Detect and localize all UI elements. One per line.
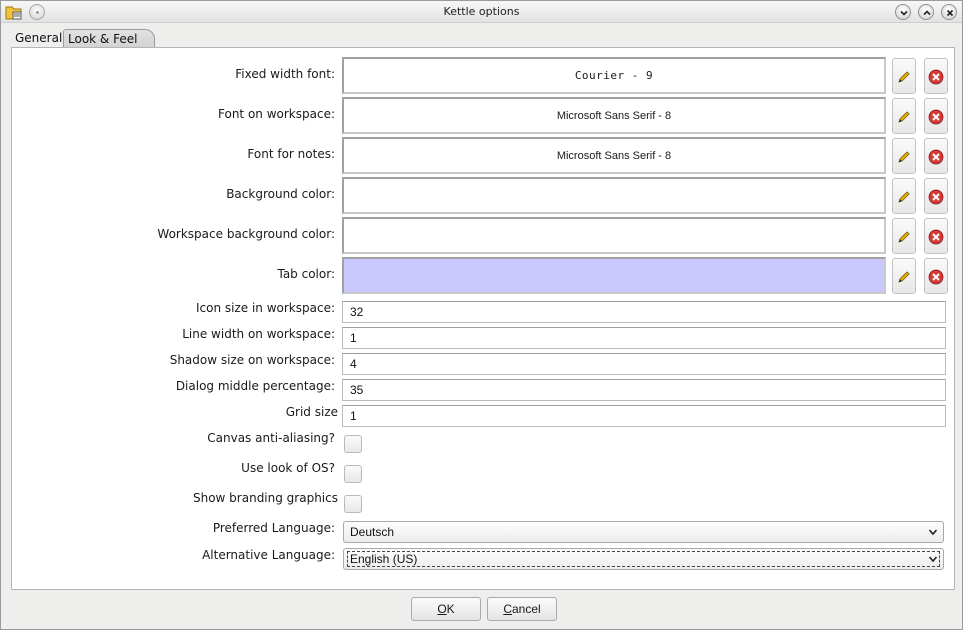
edit-background-color-button[interactable] — [892, 178, 916, 214]
preferred-language-label: Preferred Language: — [212, 521, 335, 535]
chevron-down-icon — [900, 10, 908, 16]
pencil-icon — [898, 191, 910, 203]
clear-background-color-button[interactable] — [924, 178, 948, 214]
edit-fixed-width-font-button[interactable] — [892, 58, 916, 94]
background-color-swatch — [342, 177, 886, 214]
font-on-workspace-value: Microsoft Sans Serif - 8 — [556, 109, 672, 122]
tab-color-label: Tab color: — [277, 267, 335, 281]
preferred-language-select[interactable]: Deutsch — [343, 521, 944, 543]
cancel-button[interactable]: Cancel — [487, 597, 557, 621]
canvas-anti-aliasing-label: Canvas anti-aliasing? — [207, 431, 335, 445]
pencil-icon — [898, 71, 910, 83]
alternative-language-select[interactable]: English (US) — [343, 548, 944, 570]
kettle-options-dialog: Kettle options General Look & Feel Fixed… — [0, 0, 963, 630]
close-icon — [946, 9, 954, 17]
title-bar[interactable]: Kettle options — [1, 1, 962, 23]
font-for-notes-preview: Microsoft Sans Serif - 8 — [342, 137, 886, 174]
clear-workspace-background-color-button[interactable] — [924, 218, 948, 254]
pencil-icon — [898, 271, 910, 283]
chevron-down-icon — [928, 556, 938, 563]
edit-workspace-background-color-button[interactable] — [892, 218, 916, 254]
edit-tab-color-button[interactable] — [892, 258, 916, 294]
canvas-anti-aliasing-checkbox[interactable] — [344, 435, 362, 453]
pencil-icon — [898, 151, 910, 163]
line-width-label: Line width on workspace: — [182, 327, 335, 341]
close-button[interactable] — [941, 4, 957, 20]
shadow-size-input[interactable]: 4 — [342, 353, 946, 375]
clear-tab-color-button[interactable] — [924, 258, 948, 294]
delete-icon — [928, 109, 944, 125]
font-for-notes-value: Microsoft Sans Serif - 8 — [556, 149, 672, 162]
ok-mnemonic: O — [437, 602, 447, 616]
delete-icon — [928, 189, 944, 205]
workspace-background-color-label: Workspace background color: — [157, 227, 335, 241]
focus-ring — [347, 551, 940, 567]
delete-icon — [928, 149, 944, 165]
ok-button[interactable]: OK — [411, 597, 481, 621]
fixed-width-font-value: Courier - 9 — [574, 69, 654, 82]
background-color-label: Background color: — [226, 187, 335, 201]
show-branding-graphics-checkbox[interactable] — [344, 495, 362, 513]
tab-general[interactable]: General — [11, 29, 66, 47]
fixed-width-font-label: Fixed width font: — [235, 67, 335, 81]
pencil-icon — [898, 231, 910, 243]
minimize-button[interactable] — [895, 4, 911, 20]
preferred-language-value: Deutsch — [350, 525, 395, 539]
use-look-of-os-label: Use look of OS? — [241, 461, 335, 475]
fixed-width-font-preview: Courier - 9 — [342, 57, 886, 94]
alternative-language-label: Alternative Language: — [202, 548, 335, 562]
cancel-label-rest: ancel — [511, 602, 541, 616]
grid-size-input[interactable]: 1 — [342, 405, 946, 427]
clear-font-on-workspace-button[interactable] — [924, 98, 948, 134]
edit-font-for-notes-button[interactable] — [892, 138, 916, 174]
line-width-input[interactable]: 1 — [342, 327, 946, 349]
maximize-button[interactable] — [918, 4, 934, 20]
pencil-icon — [898, 111, 910, 123]
ok-label-rest: K — [446, 602, 455, 616]
icon-size-label: Icon size in workspace: — [195, 301, 335, 315]
dialog-middle-percentage-label: Dialog middle percentage: — [175, 379, 335, 393]
font-on-workspace-preview: Microsoft Sans Serif - 8 — [342, 97, 886, 134]
icon-size-input[interactable]: 32 — [342, 301, 946, 323]
tab-look-and-feel[interactable]: Look & Feel — [63, 29, 155, 48]
font-for-notes-label: Font for notes: — [247, 147, 335, 161]
dialog-middle-percentage-input[interactable]: 35 — [342, 379, 946, 401]
window-title: Kettle options — [443, 5, 520, 18]
shadow-size-label: Shadow size on workspace: — [169, 353, 335, 367]
show-branding-graphics-label: Show branding graphics — [192, 491, 338, 505]
grid-size-label: Grid size — [285, 405, 338, 419]
clear-font-for-notes-button[interactable] — [924, 138, 948, 174]
clear-fixed-width-font-button[interactable] — [924, 58, 948, 94]
delete-icon — [928, 69, 944, 85]
cancel-mnemonic: C — [503, 602, 512, 616]
use-look-of-os-checkbox[interactable] — [344, 465, 362, 483]
tab-color-swatch — [342, 257, 886, 294]
edit-font-on-workspace-button[interactable] — [892, 98, 916, 134]
workspace-background-color-swatch — [342, 217, 886, 254]
font-on-workspace-label: Font on workspace: — [218, 107, 335, 121]
chevron-down-icon — [928, 529, 938, 536]
delete-icon — [928, 229, 944, 245]
delete-icon — [928, 269, 944, 285]
chevron-up-icon — [923, 10, 931, 16]
alternative-language-value: English (US) — [350, 552, 418, 566]
